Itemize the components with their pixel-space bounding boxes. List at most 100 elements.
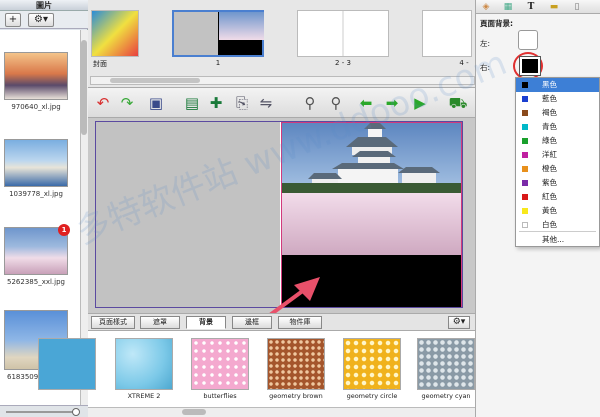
background-swatch — [417, 338, 475, 390]
page-background-title: 頁面背景: — [480, 19, 513, 28]
background-item[interactable]: butterflies — [191, 338, 249, 400]
photo-item[interactable]: 5262385_xxl.jpg 1 — [4, 224, 70, 286]
page-label: 1 — [215, 59, 221, 67]
color-chip — [522, 194, 528, 200]
photo-item[interactable]: 1039778_xl.jpg — [4, 139, 68, 198]
save-icon[interactable]: ▣ — [146, 93, 166, 113]
color-option-white[interactable]: 白色 — [516, 218, 599, 232]
color-chip — [522, 82, 528, 88]
page-thumb-1[interactable] — [172, 10, 264, 57]
color-name: 褐色 — [542, 108, 557, 117]
color-option-other[interactable]: 其他... — [516, 233, 599, 247]
color-option-black[interactable]: 黑色 — [516, 78, 599, 92]
background-swatch — [191, 338, 249, 390]
play-icon[interactable]: ▶ — [410, 93, 430, 113]
ruler-icon[interactable]: ▬ — [547, 1, 561, 13]
color-option-orange[interactable]: 橙色 — [516, 162, 599, 176]
color-option-red[interactable]: 紅色 — [516, 190, 599, 204]
photo-thumbnail — [4, 52, 68, 100]
photo-caption: 1039778_xl.jpg — [9, 190, 63, 198]
photo-caption: 970640_xl.jpg — [11, 103, 61, 111]
color-name: 綠色 — [542, 136, 557, 145]
right-page-color-swatch[interactable] — [519, 56, 541, 76]
tab-background[interactable]: 背景 — [186, 316, 226, 329]
slider-handle[interactable] — [72, 408, 80, 416]
color-name: 白色 — [542, 220, 557, 229]
page-label: 封面 — [93, 60, 107, 68]
left-page-color-swatch[interactable] — [518, 30, 538, 50]
color-name: 紅色 — [542, 192, 557, 201]
photo-list-scroll-thumb[interactable] — [81, 40, 87, 135]
tab-border[interactable]: 邊框 — [232, 316, 272, 329]
photo-thumbnail — [4, 139, 68, 187]
redo-icon[interactable]: ↷ — [117, 93, 137, 113]
cherry-blossom-area — [282, 193, 461, 255]
picture-icon[interactable]: ▦ — [501, 1, 515, 13]
text-icon[interactable]: T — [524, 1, 538, 13]
add-photo-button[interactable]: + — [5, 13, 21, 27]
color-name: 黃色 — [542, 206, 557, 215]
color-option-yellow[interactable]: 黃色 — [516, 204, 599, 218]
castle-photo[interactable] — [282, 123, 461, 193]
background-swatch — [267, 338, 325, 390]
color-name: 橙色 — [542, 164, 557, 173]
annotation-arrow-head — [294, 277, 320, 301]
add-text-icon[interactable]: ✚ — [206, 93, 226, 113]
photo-options-button[interactable]: ⚙▾ — [28, 13, 54, 27]
photo-size-slider[interactable] — [0, 405, 88, 417]
background-library: XTREME 2 butterflies geometry brown geom… — [38, 331, 475, 417]
photo-caption: 5262385_xxl.jpg — [7, 278, 65, 286]
zoom-out-icon[interactable]: ⚲ — [300, 93, 320, 113]
background-library-scroll-thumb[interactable] — [182, 409, 206, 415]
library-options-button[interactable]: ⚙▾ — [448, 316, 470, 329]
photo-thumbnail — [4, 227, 68, 275]
arrow-left-icon[interactable]: ⬅ — [356, 93, 376, 113]
color-option-blue[interactable]: 藍色 — [516, 92, 599, 106]
color-chip — [522, 180, 528, 186]
color-chip — [522, 166, 528, 172]
page-strip-scroll-thumb[interactable] — [110, 78, 200, 83]
zoom-in-icon[interactable]: ⚲ — [326, 93, 346, 113]
color-chip — [522, 124, 528, 130]
photo-panel-toolbar: + ⚙▾ — [0, 11, 88, 29]
color-name: 其他... — [542, 235, 565, 244]
background-caption: geometry brown — [269, 392, 323, 400]
background-item[interactable]: geometry brown — [267, 338, 325, 400]
color-chip — [522, 96, 528, 102]
color-option-cyan[interactable]: 青色 — [516, 120, 599, 134]
color-option-magenta[interactable]: 洋紅 — [516, 148, 599, 162]
rotate-page-icon[interactable]: ⎘ — [232, 93, 252, 113]
undo-icon[interactable]: ↶ — [93, 93, 113, 113]
tab-mask[interactable]: 遮罩 — [140, 316, 180, 329]
page-thumb-2-3[interactable] — [297, 10, 389, 57]
layers-icon[interactable]: ◈ — [479, 1, 493, 13]
color-name: 藍色 — [542, 94, 557, 103]
arrow-right-icon[interactable]: ➡ — [382, 93, 402, 113]
background-item[interactable]: geometry cyan — [417, 338, 475, 400]
background-swatch — [115, 338, 173, 390]
background-library-scrollbar[interactable] — [88, 407, 475, 417]
editor-toolbar: ↶ ↷ ▣ ▤ ✚ ⎘ ⇋ ⚲ ⚲ ⬅ ➡ ▶ ⛟ — [88, 88, 475, 118]
tab-object-library[interactable]: 物件庫 — [278, 316, 322, 329]
background-item[interactable]: geometry circle — [343, 338, 401, 400]
castle-illustration — [282, 123, 461, 193]
color-option-green[interactable]: 綠色 — [516, 134, 599, 148]
background-caption: geometry circle — [346, 392, 398, 400]
page-strip — [88, 0, 475, 88]
cart-icon[interactable]: ⛟ — [448, 93, 468, 113]
color-option-brown[interactable]: 褐色 — [516, 106, 599, 120]
page-thumb-cover[interactable] — [91, 10, 139, 57]
tab-page-style[interactable]: 頁面樣式 — [91, 316, 135, 329]
background-item[interactable] — [38, 338, 96, 390]
left-page-label: 左: — [480, 39, 491, 48]
photo-item[interactable]: 970640_xl.jpg — [4, 52, 68, 111]
page-icon[interactable]: ▯ — [570, 1, 584, 13]
color-option-purple[interactable]: 紫色 — [516, 176, 599, 190]
usage-count-badge: 1 — [58, 224, 70, 236]
background-swatch — [343, 338, 401, 390]
background-item[interactable]: XTREME 2 — [115, 338, 173, 400]
page-thumb-4[interactable] — [422, 10, 472, 57]
background-swatch — [38, 338, 96, 390]
add-image-icon[interactable]: ▤ — [182, 93, 202, 113]
replace-page-icon[interactable]: ⇋ — [256, 93, 276, 113]
